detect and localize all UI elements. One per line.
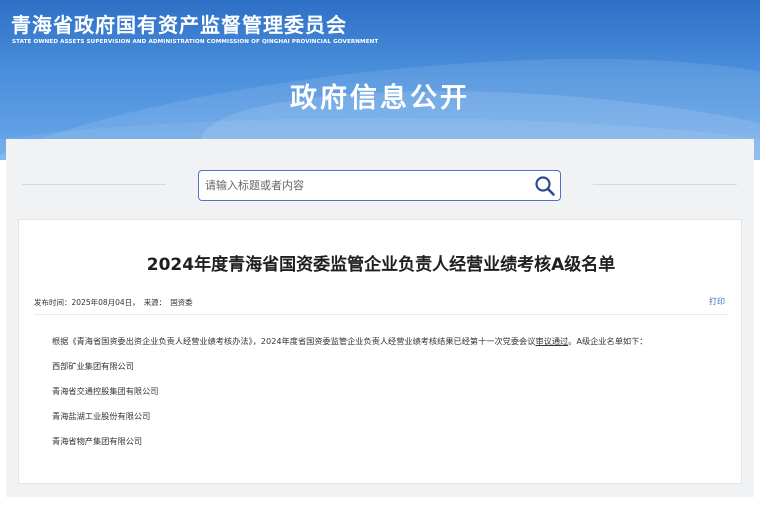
meta-divider xyxy=(34,314,728,315)
intro-text: 根据《青海省国资委出资企业负责人经营业绩考核办法》，2024年度省国资委监管企业… xyxy=(52,336,536,346)
article-intro: 根据《青海省国资委出资企业负责人经营业绩考核办法》，2024年度省国资委监管企业… xyxy=(52,335,648,347)
search-icon[interactable] xyxy=(534,175,556,197)
source-label: 来源： xyxy=(143,298,167,307)
search-divider-right xyxy=(593,184,737,185)
site-title[interactable]: 青海省政府国有资产监督管理委员会 xyxy=(11,9,347,38)
search-input[interactable] xyxy=(205,174,525,197)
company-list-item: 西部矿业集团有限公司 xyxy=(52,361,134,371)
article-meta: 发布时间：2025年08月04日， 来源： 国资委 xyxy=(34,297,197,308)
company-list-item: 青海省交通控股集团有限公司 xyxy=(52,386,159,396)
article-title: 2024年度青海省国资委监管企业负责人经营业绩考核A级名单 xyxy=(146,255,616,275)
intro-text-end: 。A级企业名单如下： xyxy=(568,336,648,346)
print-link[interactable]: 打印 xyxy=(709,296,725,307)
source-value: 国资委 xyxy=(170,298,193,307)
article-card: 2024年度青海省国资委监管企业负责人经营业绩考核A级名单 发布时间：2025年… xyxy=(18,219,742,484)
company-list-item: 青海盐湖工业股份有限公司 xyxy=(52,411,151,421)
header-banner: 青海省政府国有资产监督管理委员会 STATE OWNED ASSETS SUPE… xyxy=(0,0,760,160)
search-divider-left xyxy=(22,184,166,185)
section-title: 政府信息公开 xyxy=(290,83,470,114)
search-box xyxy=(198,170,561,201)
company-list-item: 青海省物产集团有限公司 xyxy=(52,436,143,446)
publish-date: 发布时间：2025年08月04日， xyxy=(34,298,140,307)
intro-underlined-text: 审议通过 xyxy=(535,336,569,346)
site-subtitle: STATE OWNED ASSETS SUPERVISION AND ADMIN… xyxy=(12,39,379,45)
